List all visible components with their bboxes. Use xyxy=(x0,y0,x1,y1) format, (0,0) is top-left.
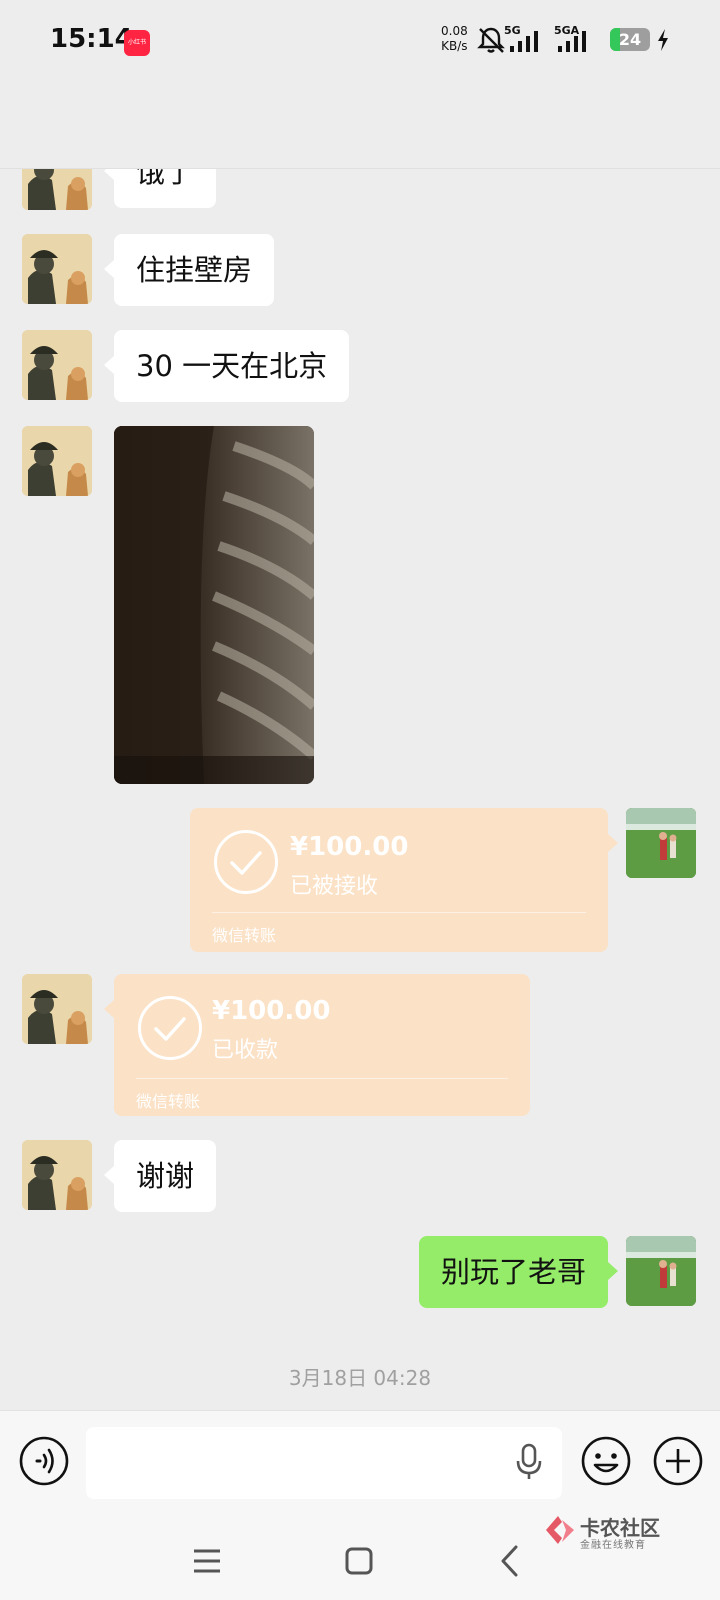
status-bar: 15:14 小红书 0.08 KB/s 5G 5GA 24 xyxy=(0,0,720,82)
home-icon[interactable] xyxy=(344,1546,374,1576)
back-icon[interactable] xyxy=(498,1544,520,1578)
message-bubble-text[interactable]: 谢谢 xyxy=(103,1140,217,1212)
signal-icon xyxy=(510,31,538,52)
network-speed-value: 0.08 xyxy=(441,24,468,38)
plus-icon[interactable] xyxy=(652,1435,704,1487)
transfer-divider xyxy=(212,912,586,913)
network-speed: 0.08 KB/s xyxy=(441,24,468,54)
transfer-card[interactable]: ¥100.00 已被接收 微信转账 xyxy=(190,808,618,952)
my-avatar[interactable] xyxy=(626,1236,696,1306)
contact-avatar[interactable] xyxy=(22,234,92,304)
status-time: 15:14 xyxy=(50,24,133,54)
contact-avatar[interactable] xyxy=(22,974,92,1044)
menu-icon[interactable] xyxy=(192,1548,222,1574)
battery-icon: 24 xyxy=(610,28,650,51)
mute-icon xyxy=(477,27,505,53)
app-notification-icon: 小红书 xyxy=(124,30,150,56)
network-speed-unit: KB/s xyxy=(441,39,468,53)
contact-avatar[interactable] xyxy=(22,330,92,400)
transfer-status: 已收款 xyxy=(212,1038,279,1063)
transfer-label: 微信转账 xyxy=(212,926,277,945)
transfer-amount: ¥100.00 xyxy=(212,996,331,1026)
message-image[interactable] xyxy=(114,426,314,784)
voice-icon[interactable] xyxy=(18,1435,70,1487)
transfer-label: 微信转账 xyxy=(136,1092,201,1111)
input-bar xyxy=(0,1410,720,1521)
transfer-amount: ¥100.00 xyxy=(290,832,409,862)
header-background xyxy=(0,82,720,169)
microphone-icon[interactable] xyxy=(516,1443,542,1481)
transfer-status: 已被接收 xyxy=(290,874,379,899)
message-input[interactable] xyxy=(86,1427,562,1499)
check-circle-icon xyxy=(138,996,202,1060)
check-circle-icon xyxy=(214,830,278,894)
watermark-subtitle: 金融在线教育 xyxy=(580,1540,646,1551)
my-avatar[interactable] xyxy=(626,808,696,878)
battery-level: 24 xyxy=(618,30,642,49)
message-bubble-text[interactable]: 别玩了老哥 xyxy=(418,1236,619,1308)
message-timestamp: 3月18日 04:28 xyxy=(288,1366,432,1390)
transfer-card[interactable]: ¥100.00 已收款 微信转账 xyxy=(104,974,530,1116)
message-bubble-text[interactable]: 住挂壁房 xyxy=(103,234,275,306)
signal-icon xyxy=(558,31,586,52)
watermark-logo-icon xyxy=(546,1516,574,1544)
emoji-icon[interactable] xyxy=(580,1435,632,1487)
message-bubble-text[interactable]: 30 一天在北京 xyxy=(103,330,350,402)
contact-avatar[interactable] xyxy=(22,1140,92,1210)
transfer-divider xyxy=(136,1078,508,1079)
contact-avatar[interactable] xyxy=(22,426,92,496)
charging-icon xyxy=(658,29,668,51)
